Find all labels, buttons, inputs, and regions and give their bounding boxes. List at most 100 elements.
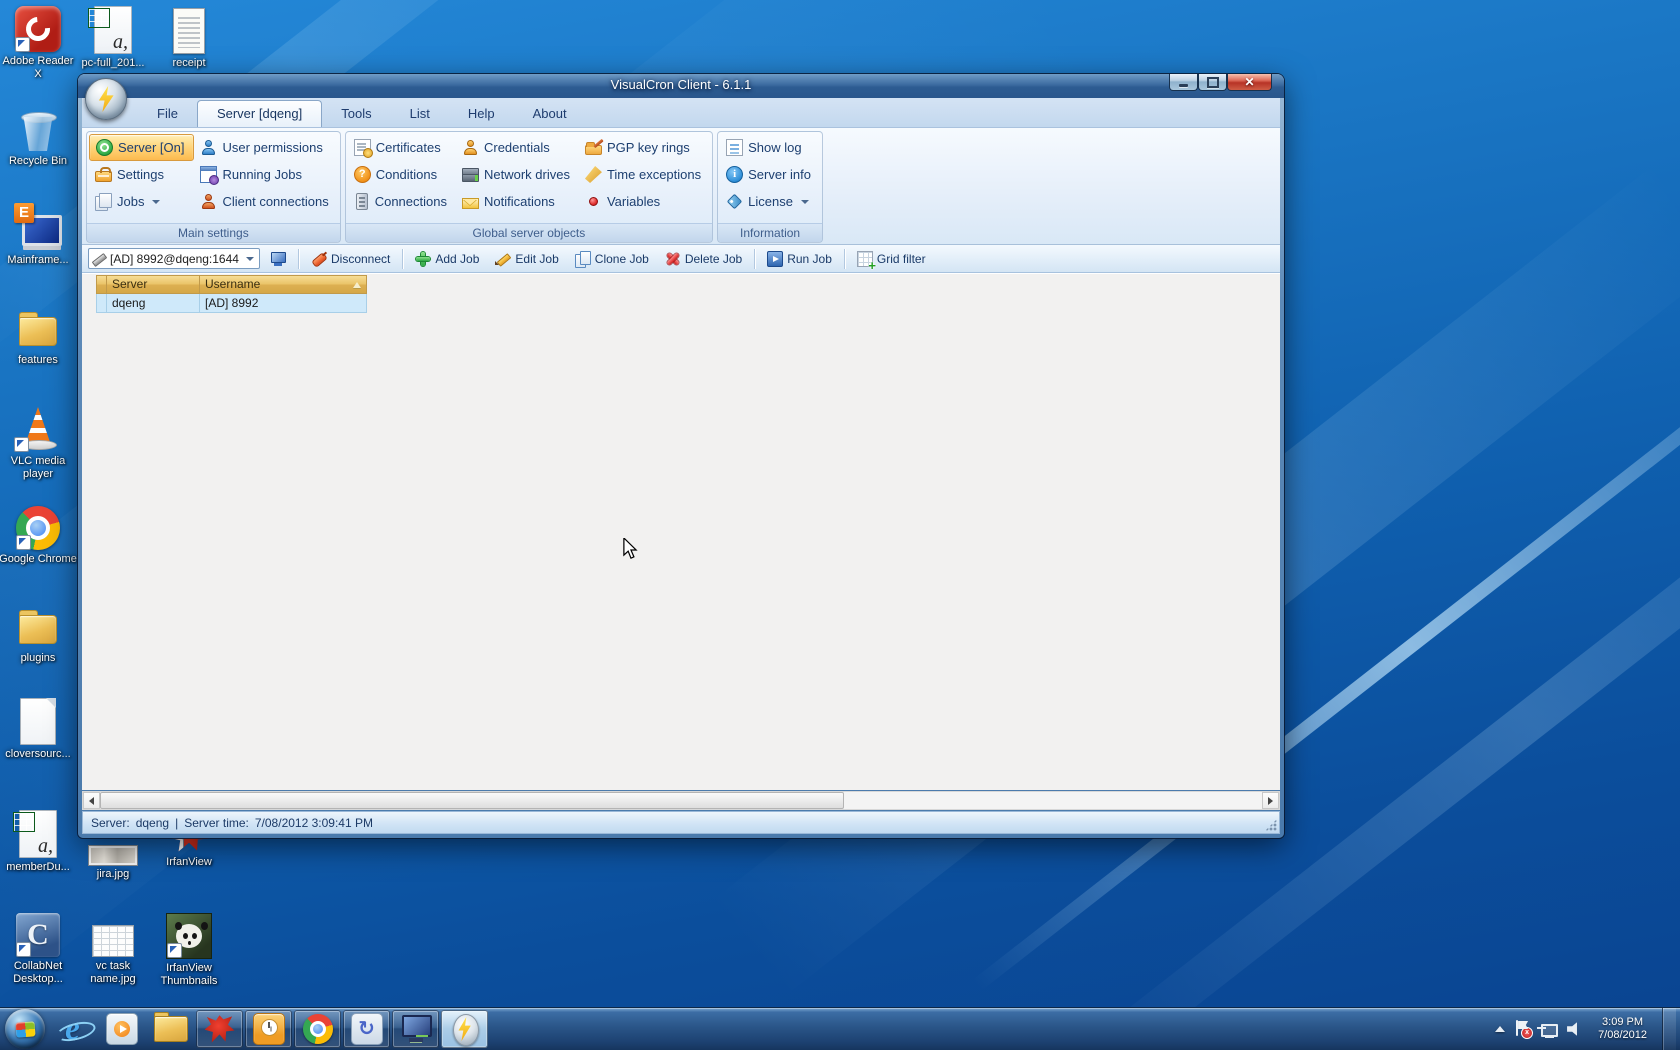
desktop-icon-plugins-folder[interactable]: plugins	[0, 601, 77, 665]
desktop-icon-receipt[interactable]: receipt	[150, 6, 228, 70]
maximize-button[interactable]	[1198, 74, 1227, 91]
ribbon-item-show-log[interactable]: Show log	[720, 134, 820, 161]
desktop-icon-mainframe[interactable]: Mainframe...	[0, 203, 77, 267]
error-badge-icon: x	[1521, 1027, 1534, 1039]
ribbon-item-conditions[interactable]: Conditions	[348, 161, 456, 188]
desktop-icon-google-chrome[interactable]: Google Chrome	[0, 504, 77, 566]
desktop-icon-vc-task[interactable]: vc task name.jpg	[74, 911, 152, 986]
scroll-left-icon	[89, 796, 94, 805]
image-thumbnail-icon	[88, 845, 138, 866]
row-selector-cell[interactable]	[96, 294, 107, 313]
desktop-icon-pc-full[interactable]: pc-full_201...	[74, 6, 152, 70]
table-row[interactable]: dqeng [AD] 8992	[96, 294, 367, 313]
run-job-button[interactable]: Run Job	[761, 249, 838, 269]
ribbon-item-running-jobs[interactable]: Running Jobs	[194, 161, 337, 188]
delete-job-button[interactable]: Delete Job	[659, 249, 748, 269]
ribbon-item-variables[interactable]: Variables	[579, 188, 710, 215]
volume-icon[interactable]	[1567, 1022, 1577, 1036]
taskbar-visualcron-active[interactable]	[441, 1010, 488, 1048]
certificate-icon	[353, 139, 373, 158]
ribbon-item-label: Connections	[374, 194, 447, 209]
ribbon-item-notifications[interactable]: Notifications	[456, 188, 579, 215]
media-player-icon	[105, 1013, 138, 1045]
ribbon-item-server-on[interactable]: Server [On]	[89, 134, 195, 161]
taskbar-outlook[interactable]	[245, 1010, 292, 1048]
taskbar-windows-explorer[interactable]	[147, 1010, 194, 1048]
taskbar-media-player[interactable]	[98, 1010, 145, 1048]
edit-job-button[interactable]: Edit Job	[489, 249, 564, 269]
taskbar-sync-app[interactable]: ↻	[343, 1010, 390, 1048]
grid-row-selector-header[interactable]	[96, 275, 107, 294]
close-button[interactable]: ✕	[1227, 74, 1272, 91]
action-center-flag-icon[interactable]: x	[1514, 1020, 1534, 1039]
scroll-left-button[interactable]	[83, 792, 100, 809]
ribbon-item-license[interactable]: License	[720, 188, 820, 215]
question-icon	[353, 166, 371, 183]
taskbar-red-app[interactable]	[196, 1010, 243, 1048]
add-job-button[interactable]: Add Job	[409, 249, 485, 269]
status-bar: Server: dqeng | Server time: 7/08/2012 3…	[82, 811, 1280, 834]
ribbon-item-credentials[interactable]: Credentials	[456, 134, 579, 161]
ribbon-item-jobs[interactable]: Jobs	[89, 188, 194, 215]
taskbar-remote-desktop[interactable]	[392, 1010, 439, 1048]
ribbon: Server [On] Settings Jobs User permissio…	[82, 128, 1280, 245]
ribbon-item-network-drives[interactable]: Network drives	[456, 161, 579, 188]
windows-flag-icon	[14, 1020, 36, 1038]
log-page-icon	[726, 139, 744, 156]
ribbon-item-certificates[interactable]: Certificates	[348, 134, 456, 161]
ribbon-item-connections[interactable]: Connections	[348, 188, 456, 215]
desktop-icon-label: receipt	[172, 57, 206, 69]
application-menu-orb[interactable]	[85, 78, 127, 120]
taskbar-internet-explorer[interactable]: e	[49, 1010, 96, 1048]
horizontal-scrollbar[interactable]	[82, 791, 1280, 810]
tab-tools[interactable]: Tools	[322, 101, 390, 127]
scrollbar-track[interactable]	[100, 792, 1262, 809]
desktop-icon-memberdu[interactable]: memberDu...	[0, 810, 77, 874]
ribbon-item-time-exceptions[interactable]: Time exceptions	[579, 161, 710, 188]
desktop-icon-adobe-reader[interactable]: Adobe Reader X	[0, 6, 77, 81]
desktop-icon-irfanview-thumbnails[interactable]: IrfanView Thumbnails	[150, 911, 228, 988]
desktop-icon-label: plugins	[20, 652, 56, 664]
tab-file[interactable]: File	[138, 101, 197, 127]
network-icon[interactable]	[1539, 1021, 1559, 1038]
taskbar-google-chrome[interactable]	[294, 1010, 341, 1048]
status-time-value: 7/08/2012 3:09:41 PM	[254, 815, 373, 830]
credentials-user-icon	[462, 139, 479, 156]
hidden-icons-chevron[interactable]	[1495, 1026, 1506, 1032]
grid-filter-button[interactable]: Grid filter	[851, 249, 932, 272]
desktop-icon-vlc[interactable]: VLC media player	[0, 404, 77, 481]
ribbon-item-client-connections[interactable]: Client connections	[194, 188, 337, 215]
server-list-button[interactable]	[264, 249, 292, 269]
desktop-icon-cloversource[interactable]: cloversourc...	[0, 697, 77, 761]
clock-time: 3:09 PM	[1602, 1016, 1644, 1028]
ribbon-item-user-permissions[interactable]: User permissions	[194, 134, 337, 161]
desktop-icon-features-folder[interactable]: features	[0, 303, 77, 367]
disconnect-button[interactable]: Disconnect	[305, 249, 396, 269]
scrollbar-thumb[interactable]	[100, 792, 844, 809]
minimize-button[interactable]	[1169, 74, 1198, 91]
scroll-right-button[interactable]	[1262, 792, 1279, 809]
connection-dropdown[interactable]: [AD] 8992@dqeng:1644	[88, 248, 260, 269]
start-button[interactable]	[5, 1009, 45, 1049]
tab-help[interactable]: Help	[449, 101, 514, 127]
clone-job-button[interactable]: Clone Job	[569, 249, 655, 269]
excel-document-icon	[88, 6, 132, 54]
recycle-bin-icon	[20, 106, 57, 152]
column-header-username[interactable]: Username	[200, 275, 367, 294]
show-desktop-button[interactable]	[1662, 1008, 1676, 1050]
window-titlebar[interactable]: VisualCron Client - 6.1.1 ✕	[78, 74, 1284, 98]
taskbar-clock[interactable]: 3:09 PM 7/08/2012	[1592, 1016, 1653, 1042]
pencil-icon	[495, 251, 511, 267]
grid-filter-icon	[856, 250, 876, 272]
desktop-icon-recycle-bin[interactable]: Recycle Bin	[0, 106, 77, 168]
column-header-server[interactable]: Server	[107, 275, 200, 294]
ribbon-item-pgp-key-rings[interactable]: PGP key rings	[579, 134, 710, 161]
ribbon-item-server-info[interactable]: Server info	[720, 161, 820, 188]
ribbon-item-settings[interactable]: Settings	[89, 161, 194, 188]
close-icon: ✕	[1244, 75, 1255, 89]
tab-about[interactable]: About	[514, 101, 586, 127]
tab-list[interactable]: List	[391, 101, 449, 127]
desktop-icon-collabnet[interactable]: CollabNet Desktop...	[0, 911, 77, 986]
toolbar-separator	[402, 248, 404, 269]
tab-server[interactable]: Server [dqeng]	[196, 100, 323, 127]
